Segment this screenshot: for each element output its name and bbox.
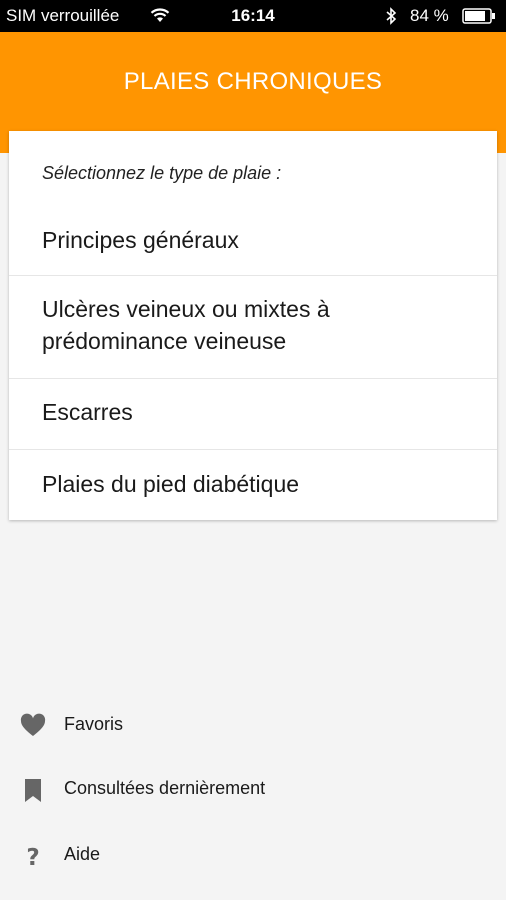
card-subtitle: Sélectionnez le type de plaie : [42, 163, 282, 183]
svg-text:?: ? [26, 845, 39, 869]
favorites-label: Favoris [64, 714, 124, 734]
list-item-label: Escarres [42, 399, 133, 425]
list-item-principes-generaux[interactable]: Principes généraux [9, 206, 497, 276]
list-item-escarres[interactable]: Escarres [9, 379, 497, 450]
page-title: PLAIES CHRONIQUES [123, 68, 383, 95]
list-item-label: Ulcères veineux ou mixtes à [42, 296, 330, 322]
heart-icon [20, 713, 46, 736]
battery-icon [462, 8, 495, 24]
help-menu-item[interactable]: ? Aide [0, 835, 506, 875]
bluetooth-icon [386, 7, 397, 25]
status-bar: SIM verrouillée 16:14 84 % [0, 0, 506, 32]
question-icon: ? [26, 845, 39, 869]
bookmark-icon [25, 779, 41, 802]
list-item-label-line2: prédominance veineuse [42, 328, 287, 354]
list-item-ulceres-veineux[interactable]: Ulcères veineux ou mixtes à prédominance… [9, 276, 497, 379]
recent-label: Consultées dernièrement [64, 778, 266, 798]
list-item-label: Plaies du pied diabétique [42, 471, 300, 497]
help-label: Aide [64, 844, 101, 864]
wound-type-card: Sélectionnez le type de plaie : Principe… [9, 131, 497, 520]
list-item-label: Principes généraux [42, 227, 239, 253]
recent-menu-item[interactable]: Consultées dernièrement [0, 769, 506, 809]
favorites-menu-item[interactable]: Favoris [0, 705, 506, 745]
list-item-pied-diabetique[interactable]: Plaies du pied diabétique [9, 450, 497, 520]
battery-percent: 84 % [410, 6, 449, 25]
